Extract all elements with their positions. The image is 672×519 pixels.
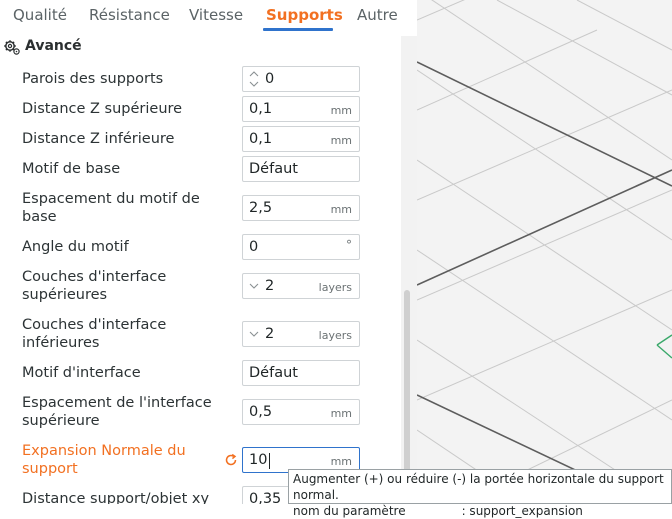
unit-label: ° (346, 238, 352, 252)
label-support-object-xy-distance: Distance support/objet xy (22, 491, 210, 504)
text-caret (269, 453, 270, 469)
model-outline (656, 334, 672, 359)
unit-label: layers (318, 281, 352, 294)
settings-panel: Qualité Résistance Vitesse Supports Autr… (0, 0, 417, 504)
label-bottom-interface-layers: Couches d'interface inférieures (22, 317, 167, 351)
top-interface-spacing-input[interactable]: 0,5 mm (242, 399, 360, 425)
bottom-z-distance-value: 0,1 (249, 131, 273, 147)
chevron-down-icon[interactable] (249, 328, 259, 340)
label-top-z-distance: Distance Z supérieure (22, 101, 183, 117)
unit-label: mm (330, 407, 352, 420)
unit-label: mm (330, 104, 352, 117)
label-normal-support-expansion: Expansion Normale du support (22, 443, 186, 477)
reset-value-icon[interactable] (224, 453, 238, 467)
tab-quality[interactable]: Qualité (13, 6, 67, 24)
label-bottom-z-distance: Distance Z inférieure (22, 131, 175, 147)
support-walls-value: 0 (265, 71, 275, 87)
top-interface-spacing-value: 0,5 (249, 404, 273, 420)
chevron-down-icon[interactable] (249, 280, 259, 292)
label-base-pattern-spacing: Espacement du motif de base (22, 191, 200, 225)
label-top-interface-layers: Couches d'interface supérieures (22, 269, 167, 303)
bottom-interface-layers-value: 2 (265, 326, 275, 342)
top-interface-layers-value: 2 (265, 278, 275, 294)
base-pattern-value: Défaut (249, 161, 298, 177)
pattern-angle-value: 0 (249, 239, 259, 255)
bottom-z-distance-input[interactable]: 0,1 mm (242, 126, 360, 152)
tooltip-param-label: nom du paramètre (293, 504, 406, 518)
section-header-advanced[interactable]: Avancé (0, 36, 400, 58)
3d-viewport[interactable] (417, 0, 672, 504)
top-z-distance-value: 0,1 (249, 101, 273, 117)
tooltip-param-line: nom du paramètre : support_expansion (293, 503, 667, 519)
pattern-angle-input[interactable]: 0 ° (242, 234, 360, 260)
unit-label: layers (318, 329, 352, 342)
label-pattern-angle: Angle du motif (22, 239, 129, 255)
tab-speed[interactable]: Vitesse (189, 6, 243, 24)
parameter-tooltip: Augmenter (+) ou réduire (-) la portée h… (288, 469, 672, 518)
top-z-distance-input[interactable]: 0,1 mm (242, 96, 360, 122)
gear-settings-icon (4, 40, 20, 55)
label-interface-pattern: Motif d'interface (22, 365, 141, 381)
section-title: Avancé (25, 38, 82, 54)
tab-strength[interactable]: Résistance (89, 6, 170, 24)
tab-supports[interactable]: Supports (266, 6, 343, 24)
label-base-pattern: Motif de base (22, 161, 121, 177)
tooltip-param-value: : support_expansion (461, 504, 583, 518)
tab-other[interactable]: Autre (357, 6, 398, 24)
bottom-interface-layers-combo[interactable]: 2 layers (242, 321, 360, 347)
support-object-xy-distance-value: 0,35 (249, 491, 282, 504)
label-support-walls: Parois des supports (22, 71, 164, 87)
build-plate-grid (417, 0, 672, 504)
unit-label: mm (330, 455, 352, 468)
unit-label: mm (330, 134, 352, 147)
base-pattern-spacing-value: 2,5 (249, 200, 273, 216)
top-interface-layers-combo[interactable]: 2 layers (242, 273, 360, 299)
spin-up-down-icon[interactable] (249, 69, 259, 89)
base-pattern-spacing-input[interactable]: 2,5 mm (242, 195, 360, 221)
unit-label: mm (330, 203, 352, 216)
tooltip-description: Augmenter (+) ou réduire (-) la portée h… (293, 472, 664, 502)
label-top-interface-spacing: Espacement de l'interface supérieure (22, 395, 212, 429)
normal-support-expansion-value: 10 (249, 452, 268, 468)
active-tab-indicator (263, 28, 333, 31)
support-walls-spinner[interactable]: 0 (242, 66, 360, 92)
interface-pattern-select[interactable]: Défaut (242, 360, 360, 386)
settings-tabs: Qualité Résistance Vitesse Supports Autr… (0, 0, 417, 34)
base-pattern-select[interactable]: Défaut (242, 156, 360, 182)
interface-pattern-value: Défaut (249, 365, 298, 381)
